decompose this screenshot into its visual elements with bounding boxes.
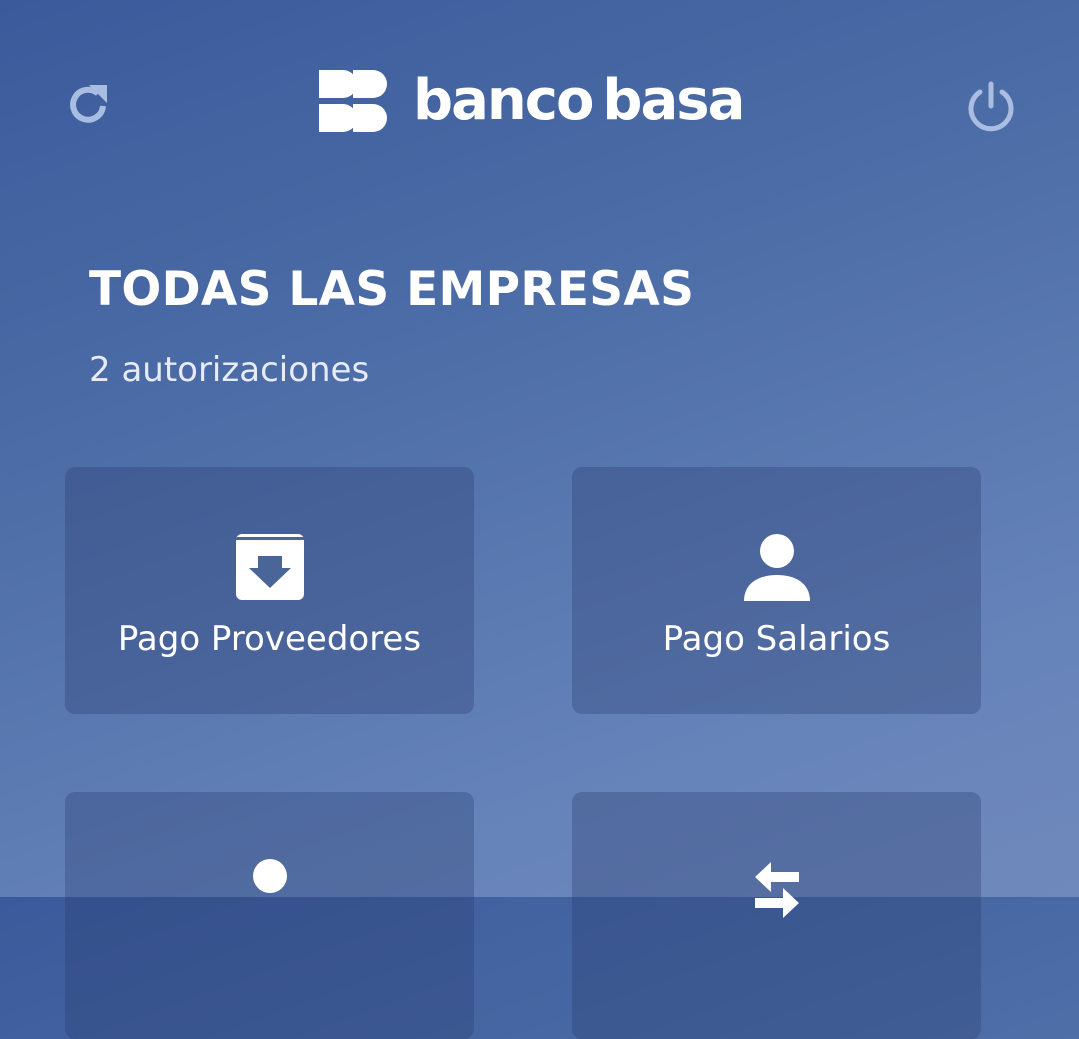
brand-name-part1: banco xyxy=(413,68,594,133)
tile-3[interactable] xyxy=(65,792,474,1039)
tile-icon-wrap xyxy=(572,858,981,918)
brand-name-part2: basa xyxy=(602,68,745,133)
tile-label: Pago Salarios xyxy=(662,619,891,659)
tile-4[interactable] xyxy=(572,792,981,1039)
bank-logo-icon xyxy=(319,70,387,132)
power-icon xyxy=(968,81,1014,132)
refresh-icon xyxy=(70,85,107,123)
page-title: TODAS LAS EMPRESAS xyxy=(89,262,695,317)
tile-label: Pago Proveedores xyxy=(117,619,422,659)
tile-icon-wrap xyxy=(572,531,981,603)
brand-name: banco basa xyxy=(413,73,745,129)
tile-pago-proveedores[interactable]: Pago Proveedores xyxy=(65,467,474,714)
transfer-arrows-icon xyxy=(754,862,799,918)
tile-icon-wrap xyxy=(65,856,474,896)
app-screen: banco basa TODAS LAS EMPRESAS 2 autorizac… xyxy=(0,0,1079,1039)
brand-logo: banco basa xyxy=(319,66,745,136)
archive-download-icon xyxy=(235,534,304,600)
tile-icon-wrap xyxy=(65,528,474,604)
logout-button[interactable] xyxy=(962,78,1020,136)
circle-icon xyxy=(252,859,287,893)
tile-pago-salarios[interactable]: Pago Salarios xyxy=(572,467,981,714)
authorizations-count: 2 autorizaciones xyxy=(89,350,370,390)
refresh-button[interactable] xyxy=(62,78,116,132)
person-icon xyxy=(743,534,810,601)
